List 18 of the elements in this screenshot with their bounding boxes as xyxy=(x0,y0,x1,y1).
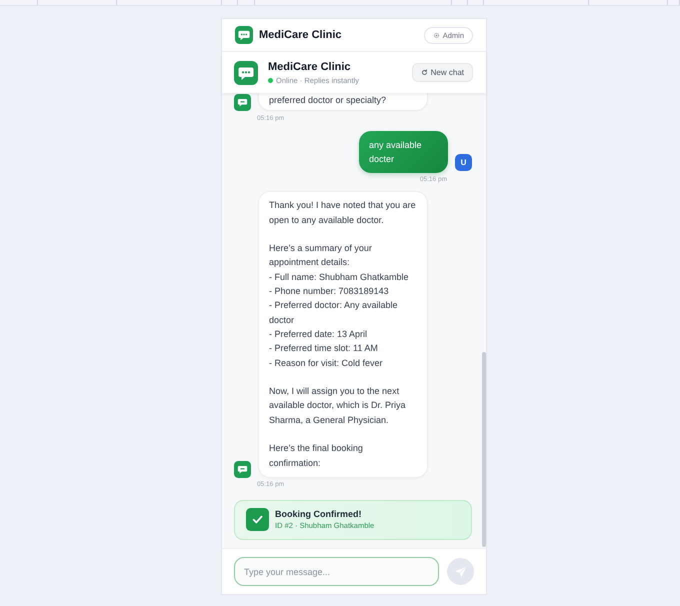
user-avatar: U xyxy=(455,154,472,172)
scrollbar[interactable] xyxy=(482,352,486,547)
chat-logo-icon xyxy=(234,60,258,84)
send-icon xyxy=(454,564,468,578)
bot-avatar-icon xyxy=(234,460,251,478)
message-bubble: any available docter xyxy=(359,131,448,174)
settings-icon xyxy=(432,32,440,38)
refresh-icon xyxy=(420,69,428,76)
message-bubble: preferred doctor or specialty? xyxy=(258,93,428,112)
message-input[interactable]: Type your message... xyxy=(234,557,439,586)
send-button[interactable] xyxy=(447,558,474,585)
check-icon xyxy=(246,508,269,532)
chat-title: MediCare Clinic xyxy=(268,60,351,74)
booking-title: Booking Confirmed! xyxy=(275,509,362,520)
chat-logo-icon xyxy=(235,26,253,44)
message-bubble: Thank you! I have noted that you are open to any available doctor. Here’s a summary of your appointment details: - Full name: Shubham Ghatkamble - Phone number: 7083189143 - Preferred doctor: Any available doctor - Preferred date: 13 April - Preferred time slot: 11 AM - Reason for visit: Cold fever Now, I will assign you to the next available doctor, which is Dr. Priya Sharma, a General Physician. Here’s the final booking confirmation: xyxy=(258,191,428,478)
app-title: MediCare Clinic xyxy=(259,29,342,41)
new-chat-button[interactable]: New chat xyxy=(412,63,473,82)
